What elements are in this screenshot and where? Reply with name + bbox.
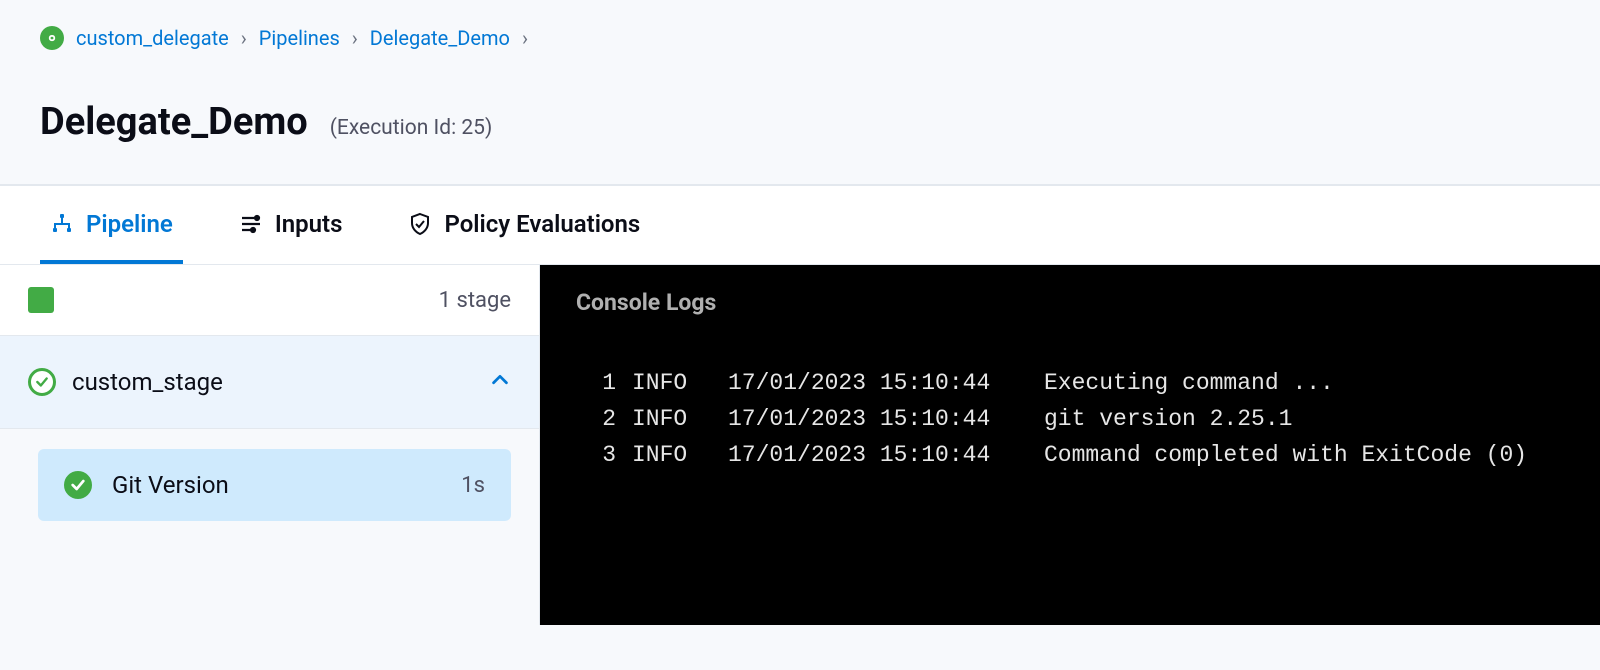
breadcrumb-pipelines[interactable]: Pipelines [259, 26, 340, 50]
stage-name: custom_stage [72, 368, 223, 396]
success-check-icon [28, 368, 56, 396]
console-title: Console Logs [576, 289, 1564, 316]
log-line: 3 INFO 17/01/2023 15:10:44 Command complete… [576, 442, 1564, 468]
breadcrumb: custom_delegate › Pipelines › Delegate_D… [40, 26, 1560, 50]
stage-count: 1 stage [439, 288, 511, 313]
log-line-number: 1 [576, 370, 616, 396]
header: custom_delegate › Pipelines › Delegate_D… [0, 0, 1600, 185]
pipeline-icon [50, 212, 74, 236]
breadcrumb-project[interactable]: custom_delegate [76, 26, 229, 50]
console-logs: 1 INFO 17/01/2023 15:10:44 Executing comman… [576, 370, 1564, 468]
status-square-icon [28, 287, 54, 313]
log-timestamp: 17/01/2023 15:10:44 [728, 406, 1028, 432]
log-level: INFO [632, 442, 712, 468]
step-name: Git Version [112, 471, 229, 499]
log-level: INFO [632, 370, 712, 396]
log-line: 2 INFO 17/01/2023 15:10:44 git version 2.25… [576, 406, 1564, 432]
log-message: Command completed with ExitCode (0) [1044, 442, 1564, 468]
log-timestamp: 17/01/2023 15:10:44 [728, 370, 1028, 396]
tab-label: Pipeline [86, 210, 173, 238]
tab-label: Inputs [275, 210, 343, 238]
tab-policy-evaluations[interactable]: Policy Evaluations [398, 186, 650, 264]
tabs: Pipeline Inputs Policy Evaluations [0, 185, 1600, 265]
log-message: Executing command ... [1044, 370, 1564, 396]
project-icon [40, 26, 64, 50]
main-content: 1 stage custom_stage Git Version [0, 265, 1600, 625]
breadcrumb-separator: › [522, 26, 528, 50]
execution-id-label: (Execution Id: 25) [330, 116, 493, 140]
log-message: git version 2.25.1 [1044, 406, 1564, 432]
step-item-git-version[interactable]: Git Version 1s [38, 449, 511, 521]
stage-sidebar: 1 stage custom_stage Git Version [0, 265, 540, 625]
stage-summary: 1 stage [0, 265, 539, 336]
log-line: 1 INFO 17/01/2023 15:10:44 Executing comman… [576, 370, 1564, 396]
tab-inputs[interactable]: Inputs [229, 186, 353, 264]
success-check-icon [64, 471, 92, 499]
stage-item-custom-stage[interactable]: custom_stage [0, 336, 539, 429]
log-level: INFO [632, 406, 712, 432]
breadcrumb-pipeline-name[interactable]: Delegate_Demo [370, 26, 510, 50]
policy-icon [408, 212, 432, 236]
breadcrumb-separator: › [241, 26, 247, 50]
log-line-number: 3 [576, 442, 616, 468]
log-line-number: 2 [576, 406, 616, 432]
inputs-icon [239, 212, 263, 236]
chevron-up-icon [489, 369, 511, 395]
log-timestamp: 17/01/2023 15:10:44 [728, 442, 1028, 468]
title-row: Delegate_Demo (Execution Id: 25) [40, 100, 1560, 144]
breadcrumb-separator: › [352, 26, 358, 50]
tab-pipeline[interactable]: Pipeline [40, 186, 183, 264]
tab-label: Policy Evaluations [444, 210, 640, 238]
page-title: Delegate_Demo [40, 100, 308, 144]
console-panel: Console Logs 1 INFO 17/01/2023 15:10:44 Exe… [540, 265, 1600, 625]
step-duration: 1s [461, 473, 485, 498]
